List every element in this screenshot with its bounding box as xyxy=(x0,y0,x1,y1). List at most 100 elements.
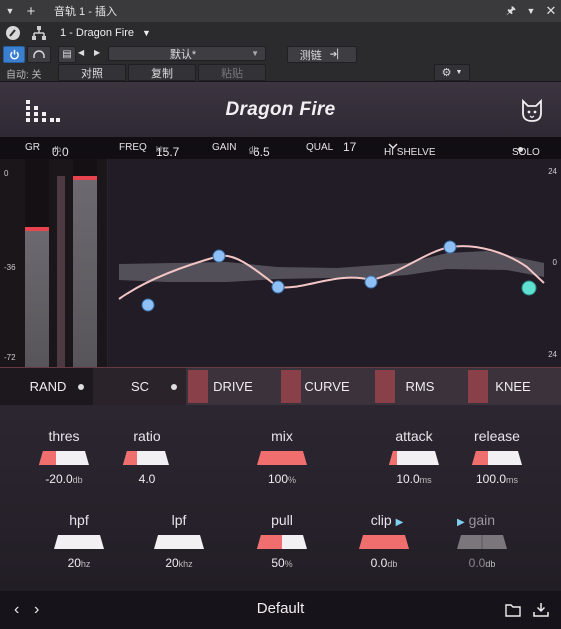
chevron-down-icon: ▼ xyxy=(251,49,259,58)
settings-gear-button[interactable]: ⚙ ▼ xyxy=(434,64,470,81)
drive-toggle[interactable] xyxy=(188,370,208,403)
sc-indicator-icon xyxy=(171,384,177,390)
gain-value-unit: db xyxy=(485,559,496,569)
mix-slider[interactable] xyxy=(257,451,307,465)
headphone-monitor-button[interactable] xyxy=(27,46,51,63)
compare-label: 对照 xyxy=(81,67,103,80)
mix-label: mix xyxy=(271,428,293,444)
solo-label: SOLO xyxy=(512,147,540,158)
pin-icon[interactable]: 🖈 xyxy=(501,2,521,21)
curve-toggle[interactable] xyxy=(281,370,301,403)
attack-label: attack xyxy=(395,428,433,444)
close-icon[interactable]: ✕ xyxy=(541,3,561,19)
preset-next-icon[interactable]: ▶ xyxy=(94,48,100,57)
host-plugin-row: 1 - Dragon Fire ▼ xyxy=(0,22,561,44)
eq-scale-top: 24 xyxy=(548,167,557,176)
plugin-selector[interactable]: 1 - Dragon Fire ▼ xyxy=(60,27,151,39)
freq-label: FREQ xyxy=(119,142,147,153)
hpf-value-unit: hz xyxy=(80,559,91,569)
clip-slider[interactable] xyxy=(359,535,409,549)
routing-icon[interactable] xyxy=(26,25,52,41)
sidechain-label: 测链 xyxy=(299,49,322,62)
gain-label-text: gain xyxy=(468,512,496,528)
eq-display[interactable]: 24 0 24 xyxy=(107,159,561,367)
clip-label: clip ▶ xyxy=(371,512,404,528)
attack-value-unit: ms xyxy=(419,475,432,485)
collapse-icon[interactable]: ▼ xyxy=(521,6,541,16)
gain-arrow-icon[interactable]: ▶ xyxy=(457,517,465,528)
filter-type-dropdown[interactable]: HI SHELVE xyxy=(384,142,436,158)
paste-button[interactable]: 粘贴 xyxy=(198,64,266,81)
pull-value: 50% xyxy=(271,556,292,570)
rms-label[interactable]: RMS xyxy=(400,368,440,405)
hpf-value-number: 20 xyxy=(67,556,81,570)
add-icon[interactable]: + xyxy=(20,3,42,20)
preset-prev-icon[interactable]: ◀ xyxy=(78,48,84,57)
gear-icon: ⚙ xyxy=(441,67,452,79)
eq-parameter-bar: GR 0.0 db FREQ 15.7 khz GAIN -6.5 db QUAL 1… xyxy=(0,137,561,159)
gr-label: GR xyxy=(25,142,40,153)
menu-dropdown-icon[interactable]: ▼ xyxy=(0,6,20,16)
preset-selector-label: 默认* xyxy=(169,48,197,61)
clip-value: 0.0db xyxy=(371,556,398,570)
save-icon[interactable] xyxy=(533,602,549,617)
preset-list-icon[interactable]: ▤ xyxy=(58,46,76,63)
eq-node-6-active xyxy=(521,280,537,296)
thres-value-number: -20.0 xyxy=(45,472,73,486)
plugin-selector-label: 1 - Dragon Fire xyxy=(60,27,134,39)
chevron-down-icon: ▼ xyxy=(141,28,151,38)
attack-value-number: 10.0 xyxy=(396,472,420,486)
preset-selector[interactable]: 默认* ▼ xyxy=(108,46,266,61)
auto-label[interactable]: 自动: 关 xyxy=(6,66,42,81)
thres-label: thres xyxy=(48,428,80,444)
folder-icon[interactable] xyxy=(505,603,521,617)
clip-arrow-icon[interactable]: ▶ xyxy=(396,517,404,528)
thres-slider[interactable] xyxy=(39,451,89,465)
plugin-bypass-icon[interactable] xyxy=(0,25,26,41)
chevron-down-icon: ▼ xyxy=(455,69,463,76)
compare-button[interactable]: 对照 xyxy=(58,64,126,81)
qual-value[interactable]: 17 xyxy=(343,140,356,154)
attack-slider[interactable] xyxy=(389,451,439,465)
power-button[interactable] xyxy=(3,46,25,63)
gain-slider[interactable] xyxy=(457,535,507,549)
gain-label: ▶ gain xyxy=(457,512,495,528)
gain-reduction-meter xyxy=(57,176,65,367)
cat-mascot-icon[interactable] xyxy=(521,99,543,123)
rms-toggle[interactable] xyxy=(375,370,395,403)
solo-indicator-icon xyxy=(518,147,523,152)
eq-scale-bottom: 24 xyxy=(548,350,557,359)
input-meter-peak xyxy=(25,227,49,231)
lpf-label: lpf xyxy=(171,512,187,528)
lpf-value: 20khz xyxy=(165,556,192,570)
thres-value: -20.0db xyxy=(45,472,82,486)
eq-node-2 xyxy=(212,249,226,263)
gain-value-number: 0.0 xyxy=(468,556,486,570)
knee-toggle[interactable] xyxy=(468,370,488,403)
hpf-slider[interactable] xyxy=(54,535,104,549)
drive-label[interactable]: DRIVE xyxy=(210,368,256,405)
clip-label-text: clip xyxy=(370,512,392,528)
hpf-value: 20hz xyxy=(68,556,91,570)
preset-name[interactable]: Default xyxy=(0,600,561,617)
output-meter-peak xyxy=(73,176,97,180)
lpf-slider[interactable] xyxy=(154,535,204,549)
pull-slider[interactable] xyxy=(257,535,307,549)
eq-node-3 xyxy=(271,280,285,294)
ratio-slider[interactable] xyxy=(123,451,169,465)
rand-label: RAND xyxy=(29,379,67,394)
curve-label[interactable]: CURVE xyxy=(303,368,351,405)
release-value-unit: ms xyxy=(506,475,519,485)
pull-label: pull xyxy=(271,512,293,528)
copy-button[interactable]: 复制 xyxy=(128,64,196,81)
sidechain-button[interactable]: 测链 ➔▏ xyxy=(287,46,357,63)
meter-scale-top: 0 xyxy=(4,169,9,178)
lpf-value-number: 20 xyxy=(165,556,179,570)
mode-bar: RAND SC DRIVE CURVE RMS KNEE xyxy=(0,367,561,406)
gr-unit: db xyxy=(52,145,61,154)
release-slider[interactable] xyxy=(472,451,522,465)
eq-node-1 xyxy=(141,298,155,312)
ratio-value: 4.0 xyxy=(138,472,156,486)
knee-label[interactable]: KNEE xyxy=(492,368,534,405)
rand-indicator-icon xyxy=(78,384,84,390)
